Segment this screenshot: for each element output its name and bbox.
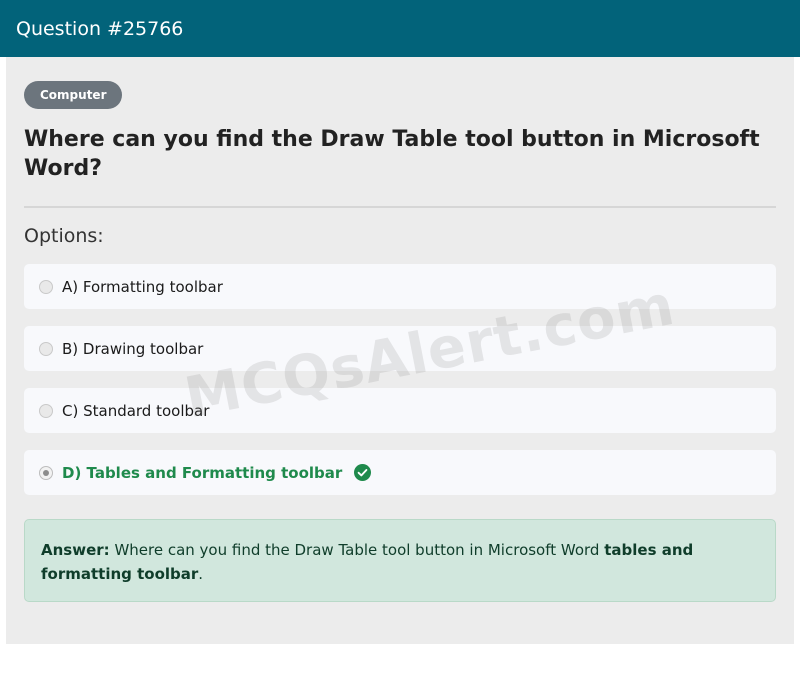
question-text: Where can you find the Draw Table tool b… <box>24 127 760 181</box>
answer-box: Answer: Where can you find the Draw Tabl… <box>24 519 776 602</box>
option-d-label: D) Tables and Formatting toolbar <box>62 463 343 482</box>
divider <box>24 206 776 208</box>
option-c-label: C) Standard toolbar <box>62 401 210 420</box>
answer-prefix: Answer: <box>41 541 110 559</box>
check-circle-icon <box>354 464 372 481</box>
radio-icon[interactable] <box>39 341 53 356</box>
question-number-title: Question #25766 <box>16 17 184 40</box>
option-c[interactable]: C) Standard toolbar <box>24 388 776 433</box>
radio-selected-icon[interactable] <box>39 465 53 480</box>
options-label: Options: <box>24 225 104 247</box>
header-bar: Question #25766 <box>0 0 800 57</box>
radio-icon[interactable] <box>39 279 53 294</box>
option-d[interactable]: D) Tables and Formatting toolbar <box>24 450 776 495</box>
option-b[interactable]: B) Drawing toolbar <box>24 326 776 371</box>
radio-icon[interactable] <box>39 403 53 418</box>
answer-suffix: . <box>198 565 204 583</box>
question-card: Computer Where can you find the Draw Tab… <box>6 57 794 644</box>
answer-text: Where can you find the Draw Table tool b… <box>114 541 600 559</box>
option-b-label: B) Drawing toolbar <box>62 339 204 358</box>
option-a[interactable]: A) Formatting toolbar <box>24 264 776 309</box>
option-a-label: A) Formatting toolbar <box>62 277 223 296</box>
category-badge[interactable]: Computer <box>24 81 123 109</box>
